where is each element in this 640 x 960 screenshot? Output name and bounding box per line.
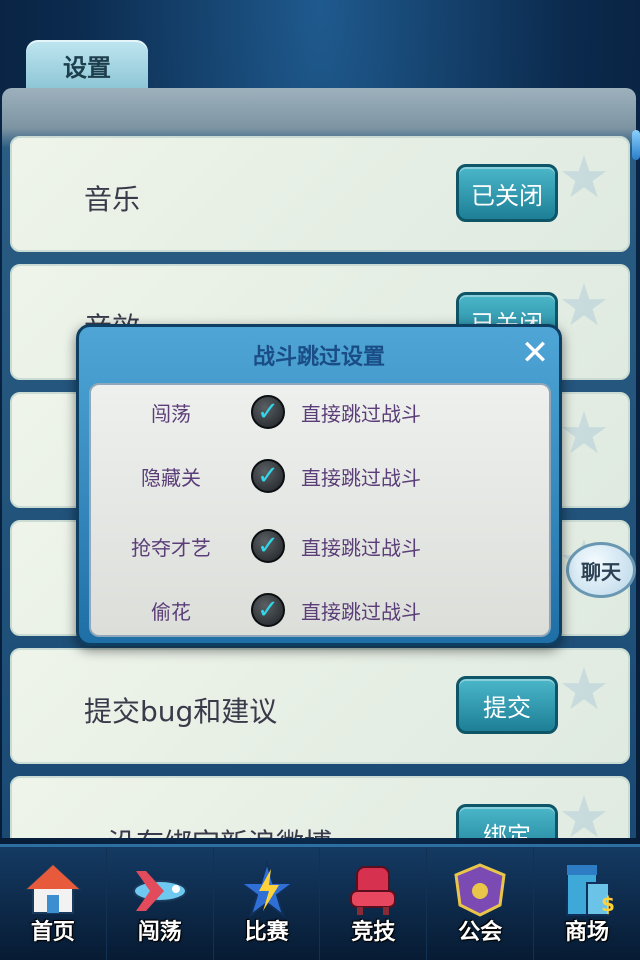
nav-label: 闯荡 [137, 920, 182, 945]
skip-option-row: 偷花 ✓ 直接跳过战斗 [91, 587, 549, 633]
nav-item-adventure[interactable]: 闯荡 [107, 847, 214, 960]
crest-icon [448, 861, 512, 917]
star-decoration-icon: ★ [558, 271, 610, 339]
option-name: 抢夺才艺 [131, 535, 211, 560]
checkbox-checked-icon[interactable]: ✓ [251, 529, 285, 563]
settings-row-music: ★ 音乐 已关闭 [10, 136, 630, 252]
nav-item-shop[interactable]: $ 商场 [534, 847, 640, 960]
skip-option-row: 闯荡 ✓ 直接跳过战斗 [91, 389, 549, 435]
house-icon [21, 861, 85, 917]
chat-button[interactable]: 聊天 [566, 542, 636, 598]
checkbox-checked-icon[interactable]: ✓ [251, 593, 285, 627]
chat-label: 聊天 [581, 559, 621, 584]
nav-label: 比赛 [244, 920, 289, 945]
music-label: 音乐 [84, 183, 141, 216]
nav-item-guild[interactable]: 公会 [427, 847, 535, 960]
nav-label: 首页 [30, 920, 75, 945]
checkbox-checked-icon[interactable]: ✓ [251, 395, 285, 429]
dialog-body: 闯荡 ✓ 直接跳过战斗 隐藏关 ✓ 直接跳过战斗 抢夺才艺 ✓ 直接跳过战斗 偷… [89, 383, 551, 637]
dialog-title: 战斗跳过设置 [252, 345, 385, 370]
throne-icon [341, 861, 405, 917]
battle-skip-dialog: 战斗跳过设置 ✕ 闯荡 ✓ 直接跳过战斗 隐藏关 ✓ 直接跳过战斗 抢夺才艺 ✓… [76, 324, 562, 646]
nav-label: 竞技 [351, 920, 396, 945]
submit-button[interactable]: 提交 [456, 676, 558, 734]
option-desc: 直接跳过战斗 [301, 535, 421, 560]
lightning-icon [235, 861, 299, 917]
feedback-label: 提交bug和建议 [84, 695, 278, 728]
skip-option-row: 抢夺才艺 ✓ 直接跳过战斗 [91, 523, 549, 569]
svg-text:$: $ [601, 892, 615, 916]
tab-settings[interactable]: 设置 [26, 40, 148, 90]
close-icon[interactable]: ✕ [517, 335, 553, 371]
star-decoration-icon: ★ [558, 783, 610, 838]
option-desc: 直接跳过战斗 [301, 401, 421, 426]
bind-weibo-button[interactable]: 绑定 [456, 804, 558, 838]
airplane-icon [128, 861, 192, 917]
nav-label: 商场 [565, 920, 610, 945]
settings-row-weibo: ★ 没有绑定新浪微博 绑定 [10, 776, 630, 838]
scrollbar[interactable] [632, 130, 640, 160]
star-decoration-icon: ★ [558, 655, 610, 723]
option-name: 偷花 [151, 599, 191, 624]
weibo-label: 没有绑定新浪微博 [108, 822, 332, 838]
nav-item-home[interactable]: 首页 [0, 847, 107, 960]
option-name: 隐藏关 [141, 465, 201, 490]
option-desc: 直接跳过战斗 [301, 465, 421, 490]
settings-row-feedback: ★ 提交bug和建议 提交 [10, 648, 630, 764]
nav-label: 公会 [458, 920, 503, 945]
tab-settings-label: 设置 [63, 53, 111, 82]
option-name: 闯荡 [151, 401, 191, 426]
star-decoration-icon: ★ [558, 399, 610, 467]
nav-item-arena[interactable]: 竞技 [320, 847, 428, 960]
option-desc: 直接跳过战斗 [301, 599, 421, 624]
music-toggle-button[interactable]: 已关闭 [456, 164, 558, 222]
star-decoration-icon: ★ [558, 143, 610, 211]
checkbox-checked-icon[interactable]: ✓ [251, 459, 285, 493]
bottom-nav: 首页 闯荡 比赛 竞技 公会 $ 商场 [0, 844, 640, 960]
shop-icon: $ [555, 861, 619, 917]
nav-item-match[interactable]: 比赛 [214, 847, 321, 960]
skip-option-row: 隐藏关 ✓ 直接跳过战斗 [91, 453, 549, 499]
